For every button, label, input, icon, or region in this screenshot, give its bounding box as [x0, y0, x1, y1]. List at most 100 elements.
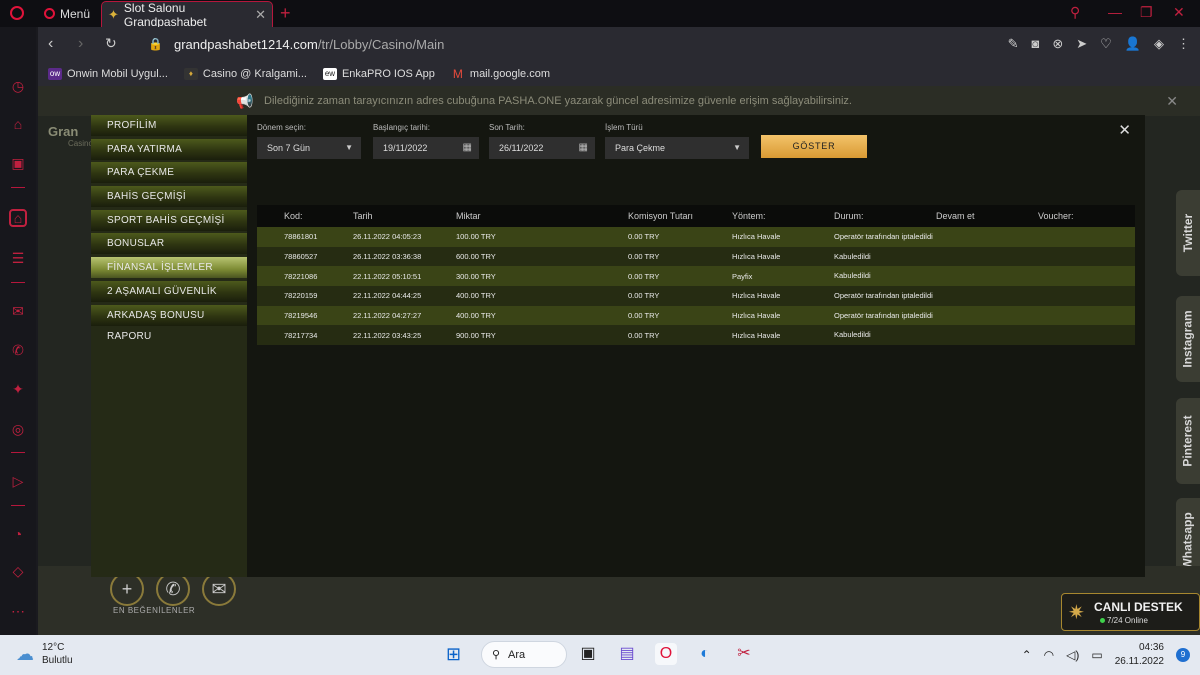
- menu-item-bonuses[interactable]: BONUSLAR: [91, 233, 247, 255]
- url-path: /tr/Lobby/Casino/Main: [317, 37, 445, 52]
- social-tab-twitter[interactable]: Twitter: [1176, 190, 1200, 276]
- menu-item-withdraw[interactable]: PARA ÇEKME: [91, 162, 247, 184]
- send-icon[interactable]: ➤: [1076, 36, 1087, 52]
- extensions-icon[interactable]: ◈: [1154, 36, 1164, 52]
- bookmark-item[interactable]: ew EnkaPRO IOS App: [322, 67, 435, 80]
- menu-item-sport-bet-history[interactable]: SPORT BAHİS GEÇMİŞİ: [91, 209, 247, 231]
- url-field[interactable]: grandpashabet1214.com/tr/Lobby/Casino/Ma…: [174, 37, 444, 52]
- chevron-down-icon: ▼: [733, 143, 741, 152]
- heart-icon[interactable]: ♡: [1100, 36, 1112, 52]
- windows-start-icon[interactable]: ⊞: [446, 644, 461, 665]
- notice-text: Dilediğiniz zaman tarayıcınızın adres cu…: [264, 95, 852, 107]
- snipping-tool-icon[interactable]: ✂: [733, 643, 755, 665]
- social-tab-pinterest[interactable]: Pinterest: [1176, 398, 1200, 484]
- player-icon[interactable]: ▷: [9, 472, 27, 490]
- edit-icon[interactable]: ✎: [1008, 36, 1019, 52]
- chevron-up-icon[interactable]: ⌃: [1022, 648, 1032, 662]
- home-icon[interactable]: ⌂: [9, 209, 27, 227]
- shopping-icon[interactable]: ⌂: [9, 115, 27, 133]
- menu-item-deposit[interactable]: PARA YATIRMA: [91, 138, 247, 160]
- twitch-icon[interactable]: ▣: [9, 154, 27, 172]
- menu-item-two-factor[interactable]: 2 AŞAMALI GÜVENLİK: [91, 280, 247, 302]
- account-icon[interactable]: 👤: [1125, 36, 1141, 52]
- opera-taskbar-icon[interactable]: O: [655, 643, 677, 665]
- table-row: 78217734 22.11.2022 03:43:25 900.00 TRY …: [257, 325, 1135, 346]
- social-tab-instagram[interactable]: Instagram: [1176, 296, 1200, 382]
- cell-method: Hızlıca Havale: [732, 252, 781, 262]
- cell-date: 22.11.2022 04:44:25: [353, 291, 422, 301]
- battery-icon[interactable]: ▭: [1091, 648, 1102, 662]
- taskbar-search[interactable]: ⚲ Ara: [481, 641, 567, 668]
- modal-close-icon[interactable]: ✕: [1118, 121, 1131, 139]
- minimize-icon[interactable]: —: [1108, 4, 1122, 20]
- reload-icon[interactable]: ↻: [105, 35, 117, 52]
- notice-close-icon[interactable]: ✕: [1166, 93, 1178, 110]
- menu-item-bet-history[interactable]: BAHİS GEÇMİŞİ: [91, 186, 247, 208]
- messenger-icon[interactable]: ✉: [9, 302, 27, 320]
- tab-search-icon[interactable]: ⚲: [1070, 4, 1080, 21]
- address-notice-bar: 📢 Dilediğiniz zaman tarayıcınızın adres …: [38, 86, 1200, 116]
- teams-chat-icon[interactable]: ▤: [616, 643, 638, 665]
- clock[interactable]: 04:36 26.11.2022: [1115, 641, 1164, 669]
- bookmark-label: Onwin Mobil Uygul...: [67, 67, 168, 80]
- lock-icon[interactable]: 🔒: [148, 37, 163, 51]
- show-button[interactable]: GÖSTER: [761, 135, 867, 158]
- active-tab[interactable]: ✦ Slot Salonu Grandpashabet ✕: [101, 1, 273, 29]
- calendar-icon[interactable]: ▦: [463, 137, 472, 159]
- bookmark-item[interactable]: ow Onwin Mobil Uygul...: [48, 67, 168, 80]
- notification-badge[interactable]: 9: [1176, 648, 1190, 662]
- mail-contact-icon[interactable]: ✉: [202, 572, 236, 606]
- list-icon[interactable]: ☰: [9, 249, 27, 267]
- bookmarks-bar: ow Onwin Mobil Uygul... ♦ Casino @ Kralgam…: [38, 61, 1200, 86]
- box-icon[interactable]: ◇: [9, 562, 27, 580]
- wifi-icon[interactable]: ◠: [1044, 648, 1054, 662]
- type-label: İşlem Türü: [605, 123, 643, 132]
- add-favorite-icon[interactable]: +: [110, 572, 144, 606]
- twitter-icon[interactable]: ✦: [9, 380, 27, 398]
- cell-method: Hızlıca Havale: [732, 330, 781, 340]
- instagram-icon[interactable]: ◎: [9, 420, 27, 438]
- sidebar-more-icon[interactable]: ⋯: [9, 602, 27, 620]
- history-icon[interactable]: ◔: [9, 525, 27, 543]
- cell-method: Hızlıca Havale: [732, 311, 781, 321]
- whatsapp-icon[interactable]: ✆: [9, 341, 27, 359]
- calendar-icon[interactable]: ▦: [579, 137, 588, 159]
- type-select[interactable]: Para Çekme ▼: [605, 137, 749, 159]
- weather-widget[interactable]: ☁ 12°C Bulutlu: [16, 641, 73, 667]
- opera-logo-icon[interactable]: [10, 6, 24, 20]
- close-window-icon[interactable]: ✕: [1173, 4, 1185, 21]
- end-date-value: 26/11/2022: [499, 143, 544, 153]
- whatsapp-contact-icon[interactable]: ✆: [156, 572, 190, 606]
- bookmark-item[interactable]: Mmail.google.com: [451, 68, 550, 80]
- support-star-icon: ✷: [1068, 602, 1085, 624]
- cell-code: 78217734: [284, 330, 318, 340]
- block-icon[interactable]: ⊗: [1052, 36, 1063, 52]
- online-dot-icon: [1100, 618, 1105, 623]
- menu-item-financial-transactions[interactable]: FİNANSAL İŞLEMLER: [91, 257, 247, 279]
- site-logo[interactable]: Gran Casino: [48, 124, 93, 148]
- snapshot-icon[interactable]: ◙: [1031, 36, 1039, 52]
- back-icon[interactable]: ‹: [48, 35, 53, 53]
- opera-menu-button[interactable]: Menü: [38, 0, 98, 27]
- menu-item-profile[interactable]: PROFİLİM: [91, 115, 247, 136]
- task-view-icon[interactable]: ▣: [577, 643, 599, 665]
- table-row: 78220159 22.11.2022 04:44:25 400.00 TRY …: [257, 286, 1135, 306]
- edge-icon[interactable]: ◐: [694, 643, 716, 665]
- tab-close-icon[interactable]: ✕: [255, 7, 266, 23]
- bookmark-item[interactable]: ♦ Casino @ Kralgami...: [183, 67, 307, 80]
- new-tab-plus-icon[interactable]: +: [280, 3, 291, 24]
- cell-amount: 400.00 TRY: [456, 291, 496, 301]
- enkapro-icon: ew: [322, 67, 337, 80]
- forward-icon[interactable]: ›: [78, 35, 83, 53]
- volume-icon[interactable]: ◁): [1066, 648, 1079, 662]
- start-date-input[interactable]: 19/11/2022 ▦: [373, 137, 479, 159]
- end-date-input[interactable]: 26/11/2022 ▦: [489, 137, 595, 159]
- restore-icon[interactable]: ❐: [1140, 4, 1153, 21]
- period-select[interactable]: Son 7 Gün ▼: [257, 137, 361, 159]
- menu-item-friend-bonus-report[interactable]: ARKADAŞ BONUSU RAPORU: [91, 304, 247, 342]
- more-menu-icon[interactable]: ⋮: [1177, 36, 1190, 52]
- live-support-button[interactable]: ✷ CANLI DESTEK 7/24 Online: [1061, 593, 1200, 631]
- sidebar-divider: [11, 187, 25, 188]
- speed-dial-icon[interactable]: ◷: [9, 77, 27, 95]
- bookmark-label: Casino @ Kralgami...: [202, 67, 307, 80]
